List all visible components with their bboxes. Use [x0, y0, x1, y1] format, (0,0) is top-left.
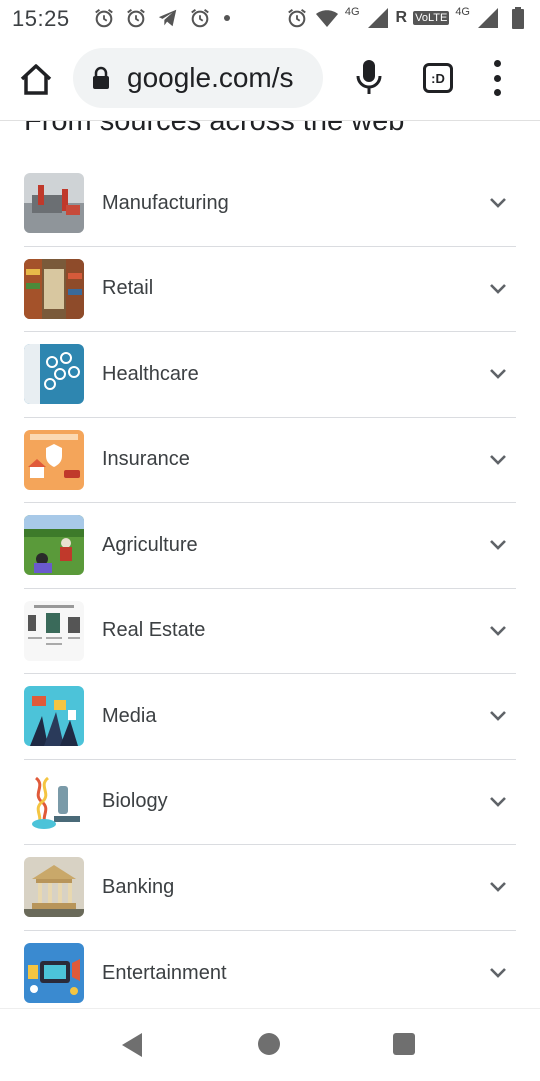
chevron-down-icon: [490, 968, 506, 979]
banking-thumbnail: [24, 857, 84, 918]
alarm-icon: [285, 6, 309, 30]
topic-item-entertainment[interactable]: Entertainment: [24, 931, 516, 1009]
chevron-down-icon: [490, 198, 506, 209]
retail-thumbnail: [24, 258, 84, 319]
topic-item-manufacturing[interactable]: Manufacturing: [24, 161, 516, 247]
topic-item-media[interactable]: Media: [24, 674, 516, 760]
home-button[interactable]: [18, 62, 54, 98]
healthcare-thumbnail: [24, 344, 84, 405]
browser-toolbar: google.com/s :D: [0, 36, 540, 121]
network-type-label-2: 4G: [455, 6, 470, 18]
entertainment-thumbnail: [24, 943, 84, 1004]
home-icon: [20, 64, 52, 95]
topic-label: Healthcare: [102, 362, 199, 385]
signal-icon: [366, 6, 390, 30]
alarm-icon: [124, 6, 148, 30]
home-circle-button[interactable]: [258, 1033, 280, 1055]
insurance-thumbnail: [24, 429, 84, 490]
agriculture-thumbnail: [24, 515, 84, 576]
topic-item-agriculture[interactable]: Agriculture: [24, 503, 516, 589]
more-dot: [493, 74, 501, 82]
chevron-down-icon: [490, 454, 506, 465]
back-button[interactable]: [118, 1031, 146, 1059]
topic-item-retail[interactable]: Retail: [24, 247, 516, 332]
real-estate-thumbnail: [24, 600, 84, 661]
dot-icon: [224, 15, 230, 21]
chevron-down-icon: [490, 796, 506, 807]
network-type-label: 4G: [344, 6, 360, 18]
topic-label: Entertainment: [102, 961, 227, 984]
topic-label: Manufacturing: [102, 191, 229, 214]
signal-icon: [476, 6, 500, 30]
topic-label: Media: [102, 704, 157, 727]
topic-item-insurance[interactable]: Insurance: [24, 418, 516, 503]
more-dot: [493, 89, 501, 96]
alarm-icon: [92, 6, 116, 30]
manufacturing-thumbnail: [24, 173, 84, 234]
telegram-icon: [156, 6, 180, 30]
topic-label: Real Estate: [102, 619, 206, 642]
alarm-icon: [188, 6, 212, 30]
lock-icon: [91, 66, 111, 90]
status-time: 15:25: [12, 6, 70, 31]
search-results-content: From sources across the web Manufacturin…: [0, 121, 540, 1008]
voice-search-button[interactable]: [354, 58, 384, 96]
section-heading: From sources across the web: [24, 121, 405, 137]
status-system-icons: 4G R VoLTE 4G: [285, 6, 530, 30]
topic-item-real-estate[interactable]: Real Estate: [24, 589, 516, 674]
microphone-icon: [356, 60, 382, 94]
topic-label: Banking: [102, 875, 175, 898]
roaming-label: R: [395, 9, 408, 26]
tab-switcher-button[interactable]: :D: [423, 63, 453, 93]
media-thumbnail: [24, 686, 84, 747]
topic-label: Retail: [102, 277, 154, 300]
chevron-down-icon: [490, 369, 506, 380]
status-bar: 15:25 4G R VoLTE 4G: [0, 0, 540, 36]
address-bar[interactable]: google.com/s: [73, 48, 323, 108]
chevron-down-icon: [490, 283, 506, 294]
wifi-icon: [315, 6, 339, 30]
status-notification-icons: [92, 6, 230, 30]
topic-label: Insurance: [102, 448, 190, 471]
topic-item-biology[interactable]: Biology: [24, 760, 516, 845]
chevron-down-icon: [490, 882, 506, 893]
topic-item-banking[interactable]: Banking: [24, 845, 516, 931]
recent-apps-button[interactable]: [393, 1033, 415, 1055]
chevron-down-icon: [490, 711, 506, 722]
more-dot: [493, 60, 501, 67]
chevron-down-icon: [490, 540, 506, 551]
more-menu-button[interactable]: [490, 60, 504, 96]
topic-label: Biology: [102, 790, 168, 813]
topic-label: Agriculture: [102, 533, 198, 556]
volte-badge: VoLTE: [413, 11, 450, 25]
biology-thumbnail: [24, 771, 84, 832]
back-triangle-icon: [122, 1033, 142, 1057]
url-text: google.com/s: [127, 62, 294, 93]
topic-item-healthcare[interactable]: Healthcare: [24, 332, 516, 418]
topic-list: Manufacturing Retail Healthcare Insuranc…: [24, 161, 516, 1008]
chevron-down-icon: [490, 625, 506, 636]
battery-icon: [506, 6, 530, 30]
system-navigation-bar: [0, 1008, 540, 1081]
